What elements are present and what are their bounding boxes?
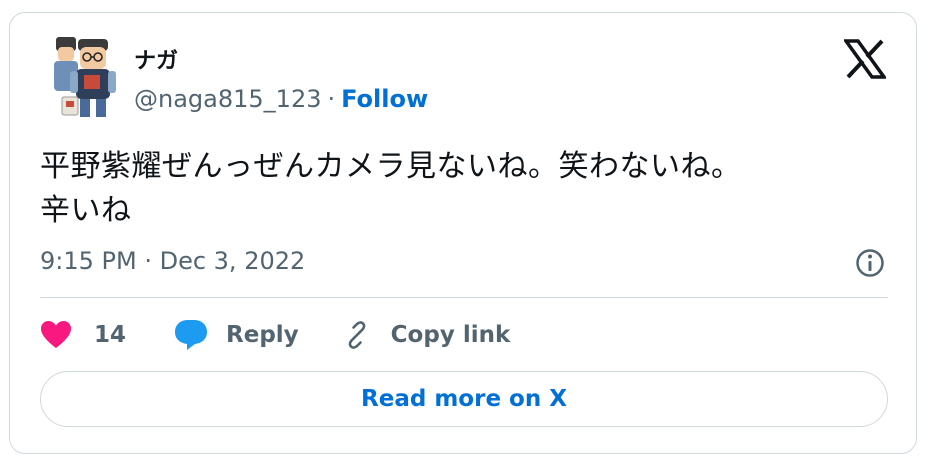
link-icon: [348, 321, 365, 349]
tweet-text-line-2: 辛いね: [40, 193, 132, 228]
author-handle-row: @naga815_123 · Follow: [134, 85, 428, 113]
info-icon[interactable]: [854, 247, 886, 279]
copy-link-button[interactable]: Copy link: [341, 319, 511, 351]
follow-button[interactable]: Follow: [341, 85, 428, 113]
reply-button[interactable]: Reply: [174, 319, 299, 351]
heart-icon: [41, 321, 71, 348]
speech-bubble-icon: [175, 320, 208, 350]
tweet-timestamp[interactable]: 9:15 PM · Dec 3, 2022: [40, 247, 305, 275]
copy-link-label: Copy link: [390, 322, 511, 348]
like-button[interactable]: 14: [40, 320, 126, 350]
author-avatar[interactable]: [42, 35, 122, 125]
embedded-tweet-card: ナガ @naga815_123 · Follow 平野紫耀ぜんっぜんカメラ見ないね。…: [9, 12, 917, 454]
like-count: 14: [94, 322, 127, 348]
action-bar: 14 Reply Copy link: [40, 315, 510, 355]
read-more-button[interactable]: Read more on X: [40, 371, 888, 427]
handle-separator: ·: [327, 85, 336, 113]
author-handle[interactable]: @naga815_123: [134, 85, 321, 113]
tweet-text-line-1: 平野紫耀ぜんっぜんカメラ見ないね。笑わないね。: [40, 149, 742, 184]
divider: [40, 297, 888, 298]
author-name[interactable]: ナガ: [134, 43, 178, 75]
x-logo-icon[interactable]: [844, 39, 886, 79]
tweet-text: 平野紫耀ぜんっぜんカメラ見ないね。笑わないね。 辛いね: [40, 145, 890, 233]
reply-label: Reply: [226, 322, 299, 348]
